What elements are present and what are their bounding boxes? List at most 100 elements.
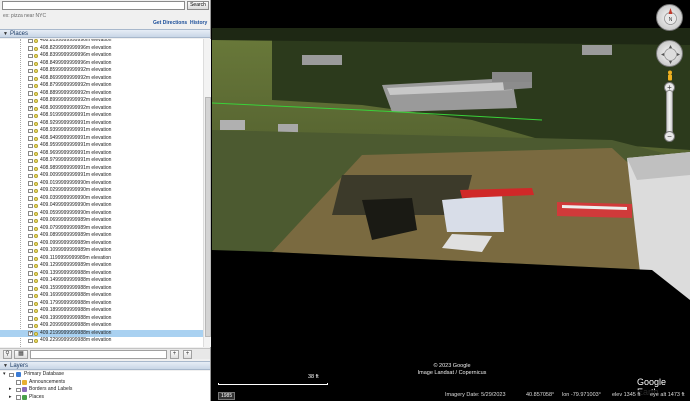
places-filter-field[interactable] (30, 350, 167, 359)
place-item[interactable]: 408.8599999999992m elevation (0, 67, 203, 75)
place-item[interactable]: 409.0499999999990m elevation (0, 202, 203, 210)
place-checkbox[interactable] (28, 98, 33, 103)
place-checkbox[interactable] (28, 76, 33, 81)
place-item[interactable]: 408.8399999999996m elevation (0, 52, 203, 60)
place-checkbox[interactable] (28, 105, 33, 112)
place-checkbox[interactable] (28, 308, 33, 313)
place-item[interactable]: 409.1599999999988m elevation (0, 285, 203, 293)
place-item[interactable]: 409.0699999999989m elevation (0, 217, 203, 225)
expand-triangle-icon[interactable]: ▾ (3, 371, 6, 379)
place-item[interactable]: 408.9199999999991m elevation (0, 112, 203, 120)
place-checkbox[interactable] (28, 188, 33, 193)
place-item[interactable]: 409.1799999999988m elevation (0, 300, 203, 308)
place-item[interactable]: 409.0299999999990m elevation (0, 187, 203, 195)
place-checkbox[interactable] (28, 68, 33, 73)
expand-triangle-icon[interactable]: ▸ (9, 394, 12, 401)
zoom-out-button[interactable]: − (664, 131, 675, 142)
collapse-triangle-icon[interactable]: ▼ (3, 30, 8, 38)
place-item[interactable]: 408.8499999999996m elevation (0, 60, 203, 68)
place-item[interactable]: 409.0999999999989m elevation (0, 240, 203, 248)
place-item[interactable]: 408.8699999999992m elevation (0, 75, 203, 83)
place-item[interactable]: 409.0199999999990m elevation (0, 180, 203, 188)
place-checkbox[interactable] (28, 143, 33, 148)
place-checkbox[interactable] (28, 166, 33, 171)
place-item[interactable]: 409.1699999999988m elevation (0, 292, 203, 300)
place-checkbox[interactable] (28, 136, 33, 141)
place-item[interactable]: 408.9899999999991m elevation (0, 165, 203, 173)
place-checkbox[interactable] (28, 256, 33, 261)
place-item[interactable]: 409.2199999999988m elevation (0, 329, 203, 337)
place-checkbox[interactable] (28, 53, 33, 58)
place-checkbox[interactable] (28, 263, 33, 268)
pegman-icon[interactable] (665, 70, 675, 82)
scrollbar-thumb[interactable] (205, 97, 211, 337)
layer-checkbox[interactable] (16, 380, 21, 385)
place-item[interactable]: 408.9499999999991m elevation (0, 135, 203, 143)
place-checkbox[interactable] (28, 121, 33, 126)
expand-triangle-icon[interactable]: ▸ (9, 386, 12, 394)
place-checkbox[interactable] (28, 286, 33, 291)
search-button[interactable]: Search (187, 1, 209, 10)
place-item[interactable]: 408.9799999999991m elevation (0, 157, 203, 165)
collapse-triangle-icon[interactable]: ▼ (3, 362, 8, 370)
place-checkbox[interactable] (28, 61, 33, 66)
place-item[interactable]: 408.9699999999991m elevation (0, 150, 203, 158)
layers-panel-header[interactable]: ▼ Layers (0, 361, 210, 370)
add-folder-button[interactable]: + (183, 350, 192, 359)
toggle-view-button[interactable]: ▦ (14, 350, 28, 359)
places-tree[interactable]: 408.8199999999996m elevation 408.82999999… (0, 39, 203, 347)
place-checkbox[interactable] (28, 211, 33, 216)
place-item[interactable]: 408.9299999999991m elevation (0, 120, 203, 128)
place-item[interactable]: 409.1999999999988m elevation (0, 315, 203, 323)
compass-ring[interactable]: N (656, 4, 683, 31)
zoom-slider[interactable] (666, 90, 673, 136)
place-checkbox[interactable] (28, 128, 33, 133)
place-checkbox[interactable] (28, 218, 33, 223)
place-item[interactable]: 409.1199999999989m elevation (0, 255, 203, 263)
place-item[interactable]: 409.1299999999989m elevation (0, 262, 203, 270)
search-input[interactable] (2, 1, 185, 10)
layer-checkbox[interactable] (9, 372, 14, 377)
place-checkbox[interactable] (28, 233, 33, 238)
add-place-button[interactable]: + (170, 350, 179, 359)
layers-tree[interactable]: ▾ Primary Database Announcements ▸ Borde… (0, 371, 210, 401)
layer-primary-database[interactable]: ▾ Primary Database (0, 371, 210, 379)
place-item[interactable]: 409.2099999999988m elevation (0, 322, 203, 330)
look-joystick[interactable] (656, 40, 683, 67)
place-checkbox[interactable] (28, 196, 33, 201)
place-item[interactable]: 408.8999999999992m elevation (0, 97, 203, 105)
place-checkbox[interactable] (28, 330, 33, 337)
place-checkbox[interactable] (28, 278, 33, 283)
place-checkbox[interactable] (28, 203, 33, 208)
place-checkbox[interactable] (28, 271, 33, 276)
layer-checkbox[interactable] (16, 387, 21, 392)
place-item[interactable]: 408.9599999999991m elevation (0, 142, 203, 150)
place-checkbox[interactable] (28, 151, 33, 156)
place-checkbox[interactable] (28, 91, 33, 96)
place-checkbox[interactable] (28, 241, 33, 246)
place-checkbox[interactable] (28, 113, 33, 118)
place-checkbox[interactable] (28, 301, 33, 306)
place-checkbox[interactable] (28, 226, 33, 231)
place-checkbox[interactable] (28, 338, 33, 343)
place-checkbox[interactable] (28, 83, 33, 88)
place-checkbox[interactable] (28, 39, 33, 43)
place-item[interactable]: 408.8899999999992m elevation (0, 90, 203, 98)
layer-borders-and-labels[interactable]: ▸ Borders and Labels (0, 386, 210, 394)
place-item[interactable]: 408.8299999999996m elevation (0, 45, 203, 53)
history-link[interactable]: History (190, 20, 207, 26)
place-item[interactable]: 409.0799999999989m elevation (0, 225, 203, 233)
place-item[interactable]: 409.0599999999990m elevation (0, 210, 203, 218)
3d-map-view[interactable]: © 2023 Google Image Landsat / Copernicus… (212, 0, 690, 401)
place-item[interactable]: 408.9399999999991m elevation (0, 127, 203, 135)
place-item[interactable]: 409.2299999999988m elevation (0, 337, 203, 345)
places-scrollbar[interactable] (203, 39, 211, 347)
place-checkbox[interactable] (28, 181, 33, 186)
place-item[interactable]: 409.0399999999990m elevation (0, 195, 203, 203)
places-panel-header[interactable]: ▼ Places (0, 29, 210, 38)
place-item[interactable]: 408.8799999999992m elevation (0, 82, 203, 90)
place-checkbox[interactable] (28, 248, 33, 253)
layer-places[interactable]: ▸ Places (0, 394, 210, 401)
place-checkbox[interactable] (28, 158, 33, 163)
place-item[interactable]: 409.1499999999988m elevation (0, 277, 203, 285)
